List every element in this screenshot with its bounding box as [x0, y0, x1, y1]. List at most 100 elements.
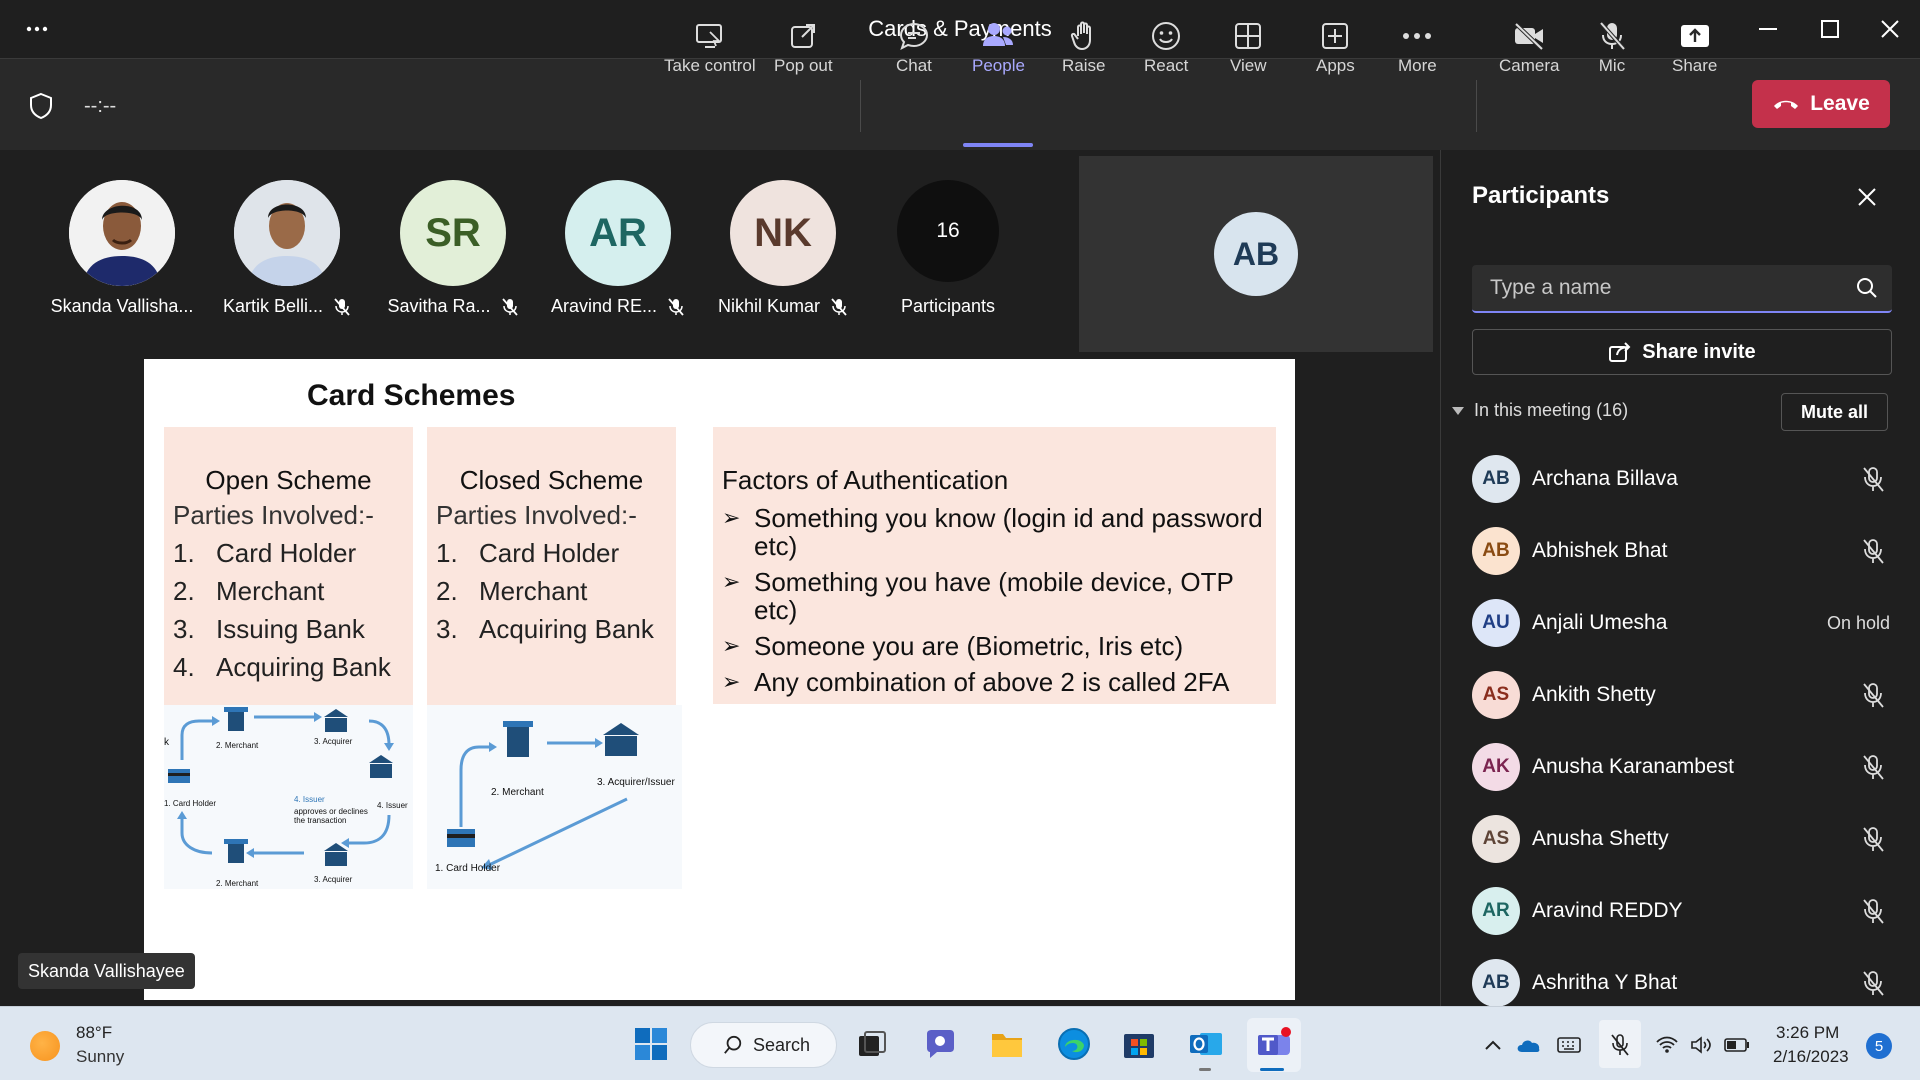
mic-off-icon[interactable] — [1860, 753, 1886, 781]
participant-row[interactable]: AR Aravind REDDY — [1472, 883, 1892, 939]
participant-row[interactable]: AS Ankith Shetty — [1472, 667, 1892, 723]
leave-button[interactable]: Leave — [1752, 80, 1890, 128]
camera-button[interactable]: Camera — [1499, 18, 1559, 84]
mic-off-icon[interactable] — [1607, 1032, 1633, 1058]
edge-app[interactable] — [1054, 1024, 1094, 1064]
participant-row[interactable]: AB Abhishek Bhat — [1472, 523, 1892, 579]
chat-button[interactable]: Chat — [896, 18, 932, 84]
maximize-button[interactable] — [1810, 12, 1850, 46]
mute-all-button[interactable]: Mute all — [1781, 393, 1888, 431]
participant-name: Nikhil Kumar — [717, 296, 821, 316]
task-view-button[interactable] — [852, 1024, 892, 1064]
weather-condition[interactable]: Sunny — [76, 1047, 124, 1067]
overflow-count: 16 — [897, 180, 999, 282]
shield-icon[interactable] — [28, 92, 54, 120]
edge-icon — [1058, 1028, 1090, 1060]
closed-scheme-list: 1. Card Holder 2. Merchant 3. Acquiring Ban… — [436, 538, 676, 645]
participant-tile[interactable]: Kartik Belli... — [212, 180, 362, 317]
windows-icon — [635, 1028, 667, 1060]
overflow-label: Participants — [900, 296, 996, 316]
participant-tile[interactable]: NK Nikhil Kumar — [708, 180, 858, 317]
react-button[interactable]: React — [1144, 18, 1188, 84]
start-button[interactable] — [631, 1024, 671, 1064]
list-item: 2. Merchant — [436, 576, 588, 606]
share-icon — [1679, 18, 1711, 54]
raise-hand-button[interactable]: Raise — [1062, 18, 1105, 84]
search-input[interactable] — [1490, 265, 1850, 311]
notification-badge[interactable]: 5 — [1866, 1033, 1892, 1059]
mic-off-icon[interactable] — [1860, 681, 1886, 709]
minimize-icon — [1759, 28, 1777, 30]
in-meeting-section-toggle[interactable]: In this meeting (16) — [1452, 400, 1628, 421]
close-panel-button[interactable] — [1854, 184, 1880, 210]
minimize-button[interactable] — [1748, 12, 1788, 46]
clock-date[interactable]: 2/16/2023 — [1773, 1047, 1849, 1067]
mic-off-icon[interactable] — [1860, 897, 1886, 925]
participant-tile[interactable]: Skanda Vallisha... — [47, 180, 197, 317]
chat-app[interactable] — [920, 1024, 960, 1064]
closed-scheme-sub: Parties Involved:- — [436, 500, 637, 530]
chevron-up-icon[interactable] — [1480, 1032, 1506, 1058]
open-scheme-sub: Parties Involved:- — [173, 500, 374, 530]
close-icon — [1881, 20, 1899, 38]
participant-search[interactable] — [1472, 265, 1892, 313]
close-window-button[interactable] — [1870, 12, 1910, 46]
keyboard-icon[interactable] — [1556, 1032, 1582, 1058]
window-title: Cards & Payments — [868, 16, 1052, 41]
task-view-icon — [859, 1031, 886, 1056]
participant-photo — [69, 180, 175, 286]
participant-row[interactable]: AS Anusha Shetty — [1472, 811, 1892, 867]
wifi-icon[interactable] — [1654, 1032, 1680, 1058]
participant-name: Anusha Karanambest — [1532, 755, 1734, 778]
weather-temp[interactable]: 88°F — [76, 1023, 112, 1043]
apps-button[interactable]: Apps — [1316, 18, 1355, 84]
participant-tile[interactable]: AR Aravind RE... — [543, 180, 693, 317]
taskbar-search[interactable]: Search — [690, 1022, 837, 1068]
store-app[interactable] — [1119, 1024, 1159, 1064]
people-button[interactable]: People — [972, 18, 1025, 84]
mic-off-icon — [334, 297, 350, 316]
mic-off-icon[interactable] — [1860, 825, 1886, 853]
apps-icon — [1320, 18, 1350, 54]
participant-row[interactable]: AU Anjali Umesha On hold — [1472, 595, 1892, 651]
list-item: ➢ Something you have (mobile device, OTP … — [722, 567, 1234, 625]
sun-icon[interactable] — [30, 1031, 60, 1061]
participant-name: Savitha Ra... — [387, 296, 491, 316]
more-button[interactable]: More — [1398, 18, 1437, 84]
participant-avatar: AR — [565, 180, 671, 286]
mic-off-icon[interactable] — [1860, 537, 1886, 565]
avatar: AU — [1472, 599, 1520, 647]
outlook-app[interactable] — [1186, 1024, 1226, 1064]
outlook-icon — [1190, 1033, 1222, 1055]
mic-off-icon — [501, 297, 518, 316]
file-explorer-app[interactable] — [987, 1024, 1027, 1064]
participant-tile[interactable]: SR Savitha Ra... — [378, 180, 528, 317]
share-invite-button[interactable]: Share invite — [1472, 329, 1892, 375]
pop-out-button[interactable]: Pop out — [774, 18, 833, 84]
share-button[interactable]: Share — [1672, 18, 1717, 84]
participant-name: Aravind RE... — [550, 296, 658, 316]
avatar: AB — [1472, 527, 1520, 575]
onedrive-icon[interactable] — [1516, 1032, 1542, 1058]
participant-row[interactable]: AB Ashritha Y Bhat — [1472, 955, 1892, 1011]
overflow-participants-button[interactable]: 16 Participants — [873, 180, 1023, 317]
panel-title: Participants — [1472, 182, 1610, 209]
hang-up-icon — [1774, 100, 1799, 109]
mic-off-icon[interactable] — [1860, 969, 1886, 997]
avatar: AB — [1472, 959, 1520, 1007]
close-icon — [1858, 188, 1876, 206]
closed-scheme-diagram: 2. Merchant 3. Acquirer/Issuer 1. Card H… — [427, 705, 682, 889]
volume-icon[interactable] — [1689, 1032, 1715, 1058]
take-control-button[interactable]: Take control — [664, 18, 756, 84]
view-button[interactable]: View — [1230, 18, 1267, 84]
battery-icon[interactable] — [1724, 1032, 1750, 1058]
participant-row[interactable]: AK Anusha Karanambest — [1472, 739, 1892, 795]
participant-row[interactable]: AB Archana Billava — [1472, 451, 1892, 507]
maximize-icon — [1821, 20, 1839, 38]
self-avatar: AB — [1214, 212, 1298, 296]
mic-off-icon[interactable] — [1860, 465, 1886, 493]
mic-button[interactable]: Mic — [1597, 18, 1627, 84]
teams-app[interactable] — [1254, 1024, 1294, 1064]
participant-name: Anusha Shetty — [1532, 827, 1669, 850]
list-item: 1. Card Holder — [436, 538, 620, 568]
